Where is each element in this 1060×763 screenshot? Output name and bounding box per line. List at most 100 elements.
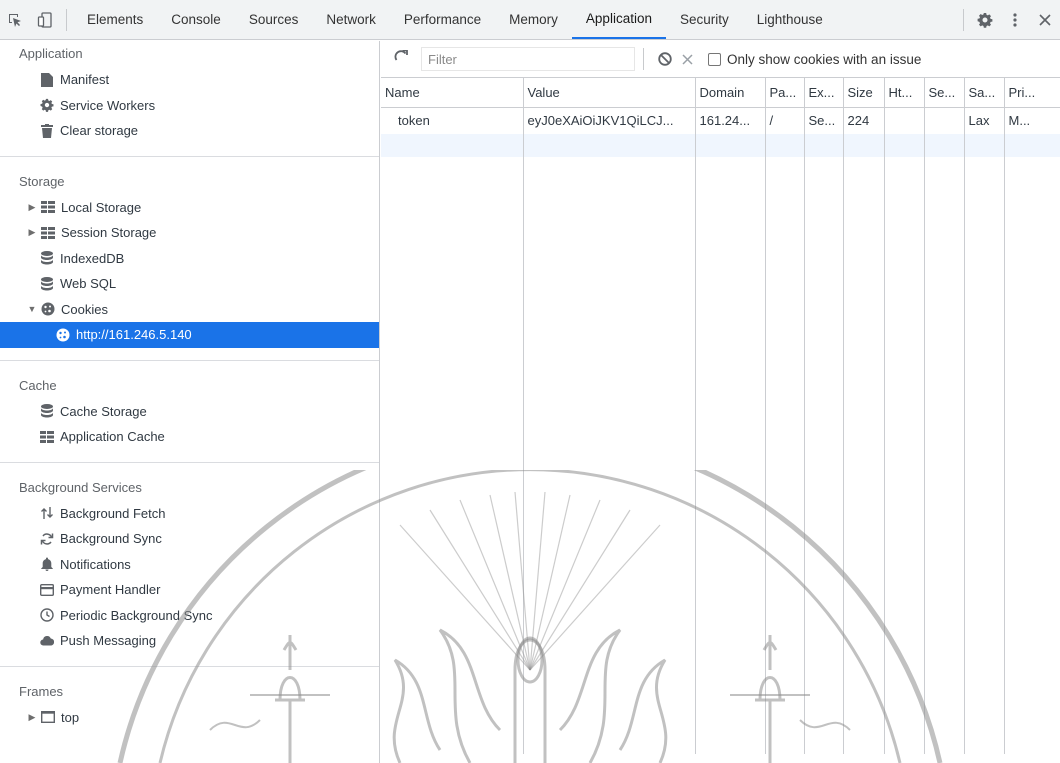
document-icon — [40, 72, 54, 87]
sidebar-item-application-cache[interactable]: Application Cache — [0, 424, 379, 450]
expand-arrow-icon[interactable]: ▶ — [26, 712, 38, 723]
cookie-samesite-cell: Lax — [964, 107, 1005, 134]
settings-gear-icon[interactable] — [970, 0, 1000, 40]
cookie-httponly-cell — [884, 107, 925, 134]
cookies-panel: Only show cookies with an issue Name Val… — [381, 41, 1060, 763]
cookie-expires-cell: Se... — [804, 107, 844, 134]
sidebar-item-label: top — [61, 709, 80, 725]
sidebar-item-manifest[interactable]: Manifest — [0, 67, 379, 93]
more-options-icon[interactable] — [1000, 0, 1030, 40]
delete-selected-icon[interactable] — [676, 53, 698, 65]
database-icon — [40, 404, 54, 418]
table-row-empty[interactable] — [381, 134, 1060, 157]
column-header[interactable]: Sa... — [964, 78, 1005, 108]
tab-sources[interactable]: Sources — [235, 0, 313, 39]
frame-icon — [41, 710, 55, 724]
tab-lighthouse[interactable]: Lighthouse — [743, 0, 837, 39]
issue-only-checkbox[interactable]: Only show cookies with an issue — [708, 52, 921, 67]
sidebar-item-payment-handler[interactable]: Payment Handler — [0, 577, 379, 603]
section-title: Cache — [19, 377, 57, 393]
trash-icon — [40, 123, 54, 138]
device-toolbar-icon[interactable] — [30, 0, 60, 39]
sidebar-item-background-sync[interactable]: Background Sync — [0, 526, 379, 552]
column-header[interactable]: Domain — [695, 78, 766, 108]
sidebar-item-cache-storage[interactable]: Cache Storage — [0, 399, 379, 425]
sidebar-item-clear-storage[interactable]: Clear storage — [0, 118, 379, 144]
tab-application[interactable]: Application — [571, 0, 666, 39]
cookie-domain-cell: 161.24... — [695, 107, 766, 134]
clear-all-cookies-icon[interactable] — [654, 52, 676, 66]
section-frames: Frames ▶ top — [0, 679, 379, 731]
toolbar-separator — [643, 48, 644, 70]
sidebar-item-session-storage[interactable]: ▶ Session Storage — [0, 220, 379, 246]
up-down-arrows-icon — [40, 506, 54, 520]
column-header[interactable]: Ex... — [804, 78, 844, 108]
expand-arrow-icon[interactable]: ▶ — [26, 227, 38, 238]
column-header[interactable]: Value — [523, 78, 696, 108]
collapse-arrow-icon[interactable]: ▼ — [26, 304, 38, 314]
close-devtools-icon[interactable] — [1030, 0, 1060, 40]
sidebar-item-label: Cache Storage — [60, 403, 147, 419]
column-header[interactable]: Pri... — [1004, 78, 1060, 108]
sidebar-item-label: Background Sync — [60, 531, 162, 547]
sidebar-item-label: Push Messaging — [60, 633, 157, 649]
sidebar-item-label: Clear storage — [60, 123, 139, 139]
column-header[interactable]: Se... — [924, 78, 965, 108]
sidebar-item-label: Notifications — [60, 556, 131, 572]
sidebar-item-web-sql[interactable]: Web SQL — [0, 271, 379, 297]
sidebar-item-push-messaging[interactable]: Push Messaging — [0, 628, 379, 654]
sidebar-item-periodic-background-sync[interactable]: Periodic Background Sync — [0, 603, 379, 629]
section-background-services: Background Services Background Fetch Bac… — [0, 475, 379, 667]
application-sidebar: Application Manifest Service Workers Cle… — [0, 41, 380, 763]
sync-icon — [40, 532, 54, 546]
sidebar-item-label: Web SQL — [60, 276, 117, 292]
table-header-row: Name Value Domain Pa... Ex... Size Ht...… — [381, 78, 1060, 108]
sidebar-item-notifications[interactable]: Notifications — [0, 552, 379, 578]
sidebar-item-label: Background Fetch — [60, 505, 166, 521]
sidebar-item-background-fetch[interactable]: Background Fetch — [0, 501, 379, 527]
tab-performance[interactable]: Performance — [390, 0, 495, 39]
section-title: Frames — [19, 683, 64, 699]
sidebar-item-label: IndexedDB — [60, 250, 125, 266]
sidebar-item-indexeddb[interactable]: IndexedDB — [0, 246, 379, 272]
checkbox-box[interactable] — [708, 52, 721, 66]
tab-memory[interactable]: Memory — [495, 0, 572, 39]
credit-card-icon — [40, 583, 54, 597]
section-title: Application — [19, 46, 83, 61]
database-icon — [40, 251, 54, 265]
tab-network[interactable]: Network — [312, 0, 390, 39]
cookie-icon — [56, 328, 70, 342]
tab-elements[interactable]: Elements — [73, 0, 157, 39]
tab-console[interactable]: Console — [157, 0, 235, 39]
cookies-toolbar: Only show cookies with an issue — [381, 41, 1060, 78]
sidebar-item-cookies[interactable]: ▼ Cookies — [0, 297, 379, 323]
expand-arrow-icon[interactable]: ▶ — [26, 202, 38, 213]
section-storage: Storage ▶ Local Storage ▶ Session Storag… — [0, 169, 379, 361]
cookie-icon — [41, 302, 55, 316]
column-header[interactable]: Ht... — [884, 78, 925, 108]
sidebar-item-local-storage[interactable]: ▶ Local Storage — [0, 195, 379, 221]
sidebar-item-label: Manifest — [60, 72, 110, 88]
devtools-tabbar: Elements Console Sources Network Perform… — [0, 0, 1060, 40]
section-application: Application Manifest Service Workers Cle… — [0, 41, 379, 157]
tab-security[interactable]: Security — [666, 0, 743, 39]
sidebar-item-service-workers[interactable]: Service Workers — [0, 93, 379, 119]
sidebar-item-label: Session Storage — [61, 225, 157, 241]
refresh-icon[interactable] — [389, 49, 413, 69]
column-header[interactable]: Pa... — [765, 78, 805, 108]
column-header[interactable]: Size — [843, 78, 885, 108]
section-title: Background Services — [19, 479, 142, 495]
clock-icon — [40, 608, 54, 622]
sidebar-item-cookie-origin[interactable]: http://161.246.5.140 — [0, 322, 379, 348]
filter-input[interactable] — [421, 47, 635, 71]
cookie-secure-cell — [924, 107, 965, 134]
sidebar-item-frame-top[interactable]: ▶ top — [0, 705, 379, 731]
table-filler — [381, 157, 1060, 754]
sidebar-item-label: Local Storage — [61, 199, 142, 215]
cookie-value-cell: eyJ0eXAiOiJKV1QiLCJ... — [523, 107, 696, 134]
sidebar-item-label: http://161.246.5.140 — [76, 327, 192, 343]
column-header[interactable]: Name — [381, 78, 524, 108]
inspect-element-icon[interactable] — [0, 0, 30, 39]
table-row[interactable]: token eyJ0eXAiOiJKV1QiLCJ... 161.24... /… — [381, 107, 1060, 134]
sidebar-item-label: Payment Handler — [60, 582, 161, 598]
